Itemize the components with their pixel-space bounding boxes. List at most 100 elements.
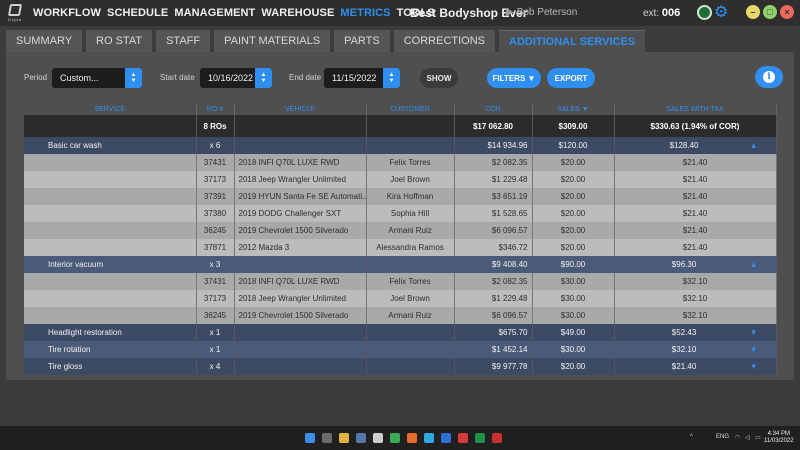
start-date-value: 10/16/2022: [208, 73, 254, 83]
tray-chevron-icon[interactable]: ^: [690, 434, 693, 440]
group-sales-tax-value: $96.30: [671, 260, 697, 269]
folder-icon[interactable]: [339, 433, 349, 443]
table-row[interactable]: 37431 2018 INFI Q70L LUXE RWD Felix Torres…: [24, 273, 777, 290]
info-button[interactable]: i: [755, 66, 783, 88]
total-vehicle: [234, 115, 367, 137]
table-row[interactable]: 37871 2012 Mazda 3 Alessandra Ramos $346.72…: [24, 239, 777, 256]
row-service: [24, 239, 197, 256]
column-header[interactable]: RO #: [196, 103, 235, 115]
expand-arrow-icon[interactable]: ▼: [750, 345, 758, 354]
ezyka-taskbar-icon[interactable]: [492, 433, 502, 443]
row-service: [24, 273, 197, 290]
table-row[interactable]: 36245 2019 Chevrolet 1500 Silverado Armani…: [24, 307, 777, 324]
expand-arrow-icon[interactable]: ▼: [750, 362, 758, 371]
table-row[interactable]: 37391 2019 HYUN Santa Fe SE Automati... Ki…: [24, 188, 777, 205]
store-icon[interactable]: [356, 433, 366, 443]
maximize-button[interactable]: □: [763, 5, 777, 19]
app-logo[interactable]: Ezyka: [0, 0, 30, 26]
nav-workflow[interactable]: WORKFLOW: [30, 7, 104, 19]
phone-status-icon[interactable]: [697, 5, 712, 20]
column-header[interactable]: SALES ▼: [532, 103, 615, 115]
chevron-updown-icon[interactable]: ▲ ▼: [125, 68, 142, 88]
column-header[interactable]: SERVICE: [24, 103, 197, 115]
tab-paint-materials[interactable]: PAINT MATERIALS: [214, 30, 331, 52]
collapse-arrow-icon[interactable]: ▲: [750, 260, 758, 269]
column-header[interactable]: SALES WITH TAX: [614, 103, 777, 115]
nav-metrics[interactable]: METRICS: [337, 7, 393, 19]
table-row[interactable]: 37431 2018 INFI Q70L LUXE RWD Felix Torres…: [24, 154, 777, 171]
close-button[interactable]: ×: [780, 5, 794, 19]
service-group-row[interactable]: Basic car wash x 6 $14 934.96 $120.00 $128.4…: [24, 137, 777, 154]
service-group-row[interactable]: Interior vacuum x 3 $9 408.40 $90.00 $96.30 ▲: [24, 256, 777, 273]
tab-corrections[interactable]: CORRECTIONS: [393, 30, 496, 52]
system-clock[interactable]: 4:34 PM 11/03/2022: [764, 431, 794, 445]
row-vehicle: 2019 HYUN Santa Fe SE Automati...: [234, 188, 367, 205]
gear-icon[interactable]: ⚙: [714, 2, 729, 21]
expand-arrow-icon[interactable]: ▼: [750, 328, 758, 337]
total-sales: $309.00: [532, 115, 615, 137]
export-button[interactable]: EXPORT: [547, 68, 595, 88]
table-row[interactable]: 36245 2019 Chevrolet 1500 Silverado Armani…: [24, 222, 777, 239]
app-icon[interactable]: [373, 433, 383, 443]
table-row[interactable]: 37380 2019 DODG Challenger SXT Sophia Hill…: [24, 205, 777, 222]
end-date-field[interactable]: 11/15/2022 ▲ ▼: [324, 68, 400, 88]
excel-icon[interactable]: [475, 433, 485, 443]
battery-icon[interactable]: ▭: [755, 434, 761, 441]
period-value: Custom...: [60, 73, 99, 83]
row-customer: Joel Brown: [366, 290, 455, 307]
row-cor: $1 229.48: [454, 290, 533, 307]
row-sales-tax: $21.40: [614, 171, 777, 188]
row-customer: Sophia Hill: [366, 205, 455, 222]
app-red-icon[interactable]: [458, 433, 468, 443]
telegram-icon[interactable]: [424, 433, 434, 443]
row-service: [24, 222, 197, 239]
collapse-arrow-icon[interactable]: ▲: [750, 141, 758, 150]
tab-summary[interactable]: SUMMARY: [6, 30, 83, 52]
row-vehicle: 2019 DODG Challenger SXT: [234, 205, 367, 222]
start-date-field[interactable]: 10/16/2022 ▲ ▼: [200, 68, 272, 88]
firefox-icon[interactable]: [407, 433, 417, 443]
tab-parts[interactable]: PARTS: [334, 30, 390, 52]
period-select[interactable]: Custom... ▲ ▼: [52, 68, 142, 88]
minimize-button[interactable]: –: [746, 5, 760, 19]
table-row[interactable]: 37173 2018 Jeep Wrangler Unlimited Joel Br…: [24, 171, 777, 188]
filters-button[interactable]: FILTERS ▼: [487, 68, 541, 88]
nav-schedule[interactable]: SCHEDULE: [104, 7, 171, 19]
sort-down-icon[interactable]: ▼: [580, 106, 589, 113]
chevron-updown-icon[interactable]: ▲ ▼: [255, 68, 272, 88]
row-ro-number: 37431: [196, 273, 235, 290]
wifi-icon[interactable]: ◠: [735, 434, 740, 441]
volume-icon[interactable]: ◁: [745, 434, 750, 441]
column-header[interactable]: VEHICLE: [234, 103, 367, 115]
windows-start-icon[interactable]: [305, 433, 315, 443]
row-ro-number: 37173: [196, 171, 235, 188]
language-indicator[interactable]: ENG: [716, 434, 729, 440]
table-body: 8 ROs $17 062.80 $309.00 $330.63 (1.94% of …: [24, 115, 777, 375]
taskview-icon[interactable]: [322, 433, 332, 443]
row-sales-tax: $32.10: [614, 307, 777, 324]
service-count: x 3: [196, 256, 235, 273]
tab-additional-services[interactable]: ADDITIONAL SERVICES: [499, 30, 646, 52]
info-icon: i: [763, 71, 775, 83]
table-row[interactable]: 37173 2018 Jeep Wrangler Unlimited Joel Br…: [24, 290, 777, 307]
service-group-row[interactable]: Headlight restoration x 1 $675.70 $49.00 $52…: [24, 324, 777, 341]
column-header[interactable]: CUSTOMER: [366, 103, 455, 115]
outlook-icon[interactable]: [441, 433, 451, 443]
total-service: [24, 115, 197, 137]
service-group-row[interactable]: Tire rotation x 1 $1 452.14 $30.00 $32.10 ▼: [24, 341, 777, 358]
show-button[interactable]: SHOW: [420, 68, 458, 88]
tab-staff[interactable]: STAFF: [156, 30, 211, 52]
group-customer: [366, 256, 455, 273]
column-header[interactable]: COR: [454, 103, 533, 115]
nav-warehouse[interactable]: WAREHOUSE: [258, 7, 337, 19]
row-cor: $346.72: [454, 239, 533, 256]
ext-value: 006: [661, 7, 681, 19]
row-sales-tax: $21.40: [614, 205, 777, 222]
nav-management[interactable]: MANAGEMENT: [171, 7, 258, 19]
chevron-updown-icon[interactable]: ▲ ▼: [383, 68, 400, 88]
group-vehicle: [234, 137, 367, 154]
tab-ro-stat[interactable]: RO STAT: [86, 30, 153, 52]
service-group-row[interactable]: Tire gloss x 4 $9 977.78 $20.00 $21.40 ▼: [24, 358, 777, 375]
total-sales-tax: $330.63 (1.94% of COR): [614, 115, 777, 137]
chrome-icon[interactable]: [390, 433, 400, 443]
